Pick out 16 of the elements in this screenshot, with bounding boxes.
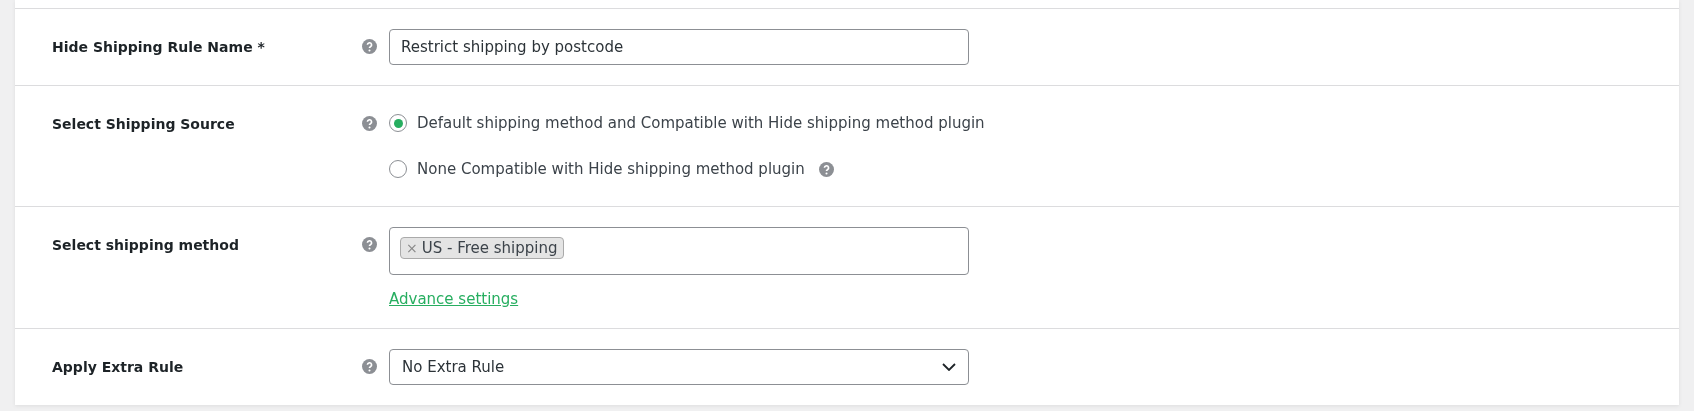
help-icon[interactable] [362, 237, 377, 252]
extra-rule-dropdown[interactable]: No Extra Rule [389, 349, 969, 385]
radio-label[interactable]: None Compatible with Hide shipping method plugin [417, 160, 805, 178]
field-label: Select shipping method [52, 236, 240, 253]
field-label: Select Shipping Source [52, 115, 236, 132]
help-icon[interactable] [818, 161, 834, 177]
help-icon[interactable] [362, 39, 377, 54]
help-icon[interactable] [362, 116, 377, 131]
field-label: Hide Shipping Rule Name * [52, 38, 266, 55]
shipping-method-field[interactable]: × US - Free shipping [389, 227, 969, 275]
radio-label[interactable]: Default shipping method and Compatible with Hide shipping method plugin [417, 114, 985, 132]
tag-label: US - Free shipping [421, 239, 558, 257]
rule-name-field[interactable]: Restrict shipping by postcode [389, 29, 969, 65]
help-icon[interactable] [362, 359, 377, 374]
field-label: Apply Extra Rule [52, 358, 185, 375]
chevron-down-icon [942, 363, 956, 371]
